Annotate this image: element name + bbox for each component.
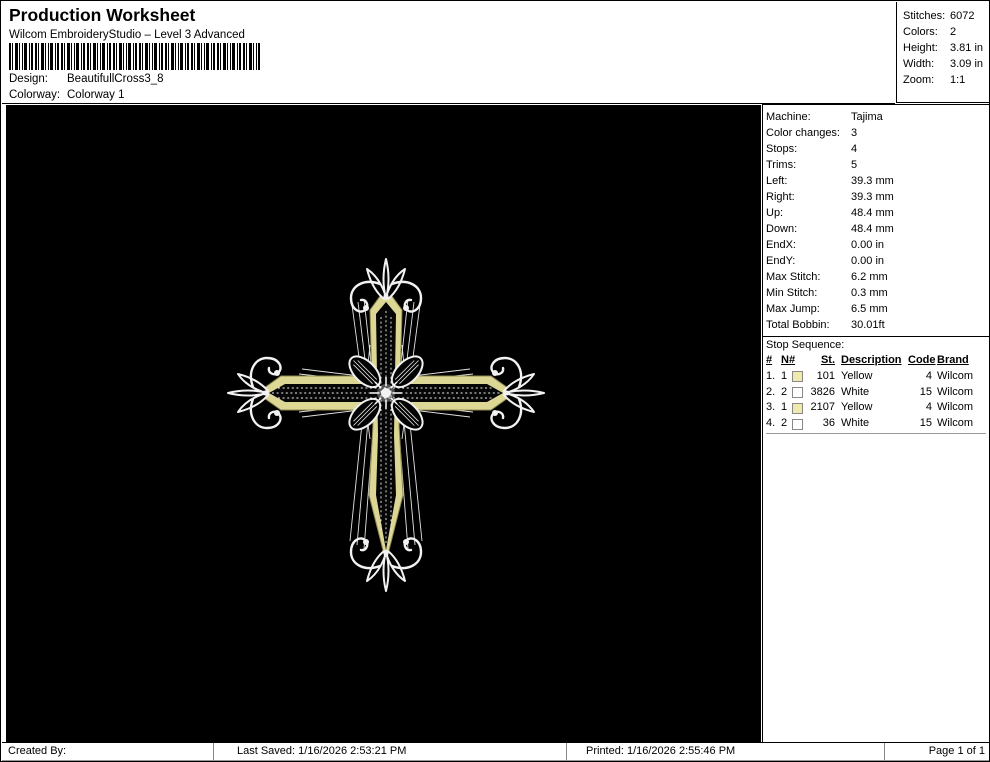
info-value: 48.4 mm	[851, 207, 894, 219]
stat-value: 1:1	[950, 74, 966, 86]
cross-design-svg	[226, 257, 546, 593]
footer: Created By: Last Saved: 1/16/2026 2:53:2…	[2, 742, 989, 761]
stop-sequence-row: 4. 2 36 White 15 Wilcom	[766, 417, 974, 430]
design-stats-box: Stitches: 6072 Colors: 2 Height: 3.81 in Wi…	[896, 2, 989, 103]
info-label: Max Jump:	[766, 303, 820, 315]
design-value: BeautifullCross3_8	[67, 73, 164, 85]
info-label: Color changes:	[766, 127, 840, 139]
info-value: 0.00 in	[851, 239, 885, 251]
info-value: 30.01ft	[851, 319, 885, 331]
machine-info-row: Left: 39.3 mm	[766, 173, 989, 189]
thread-color-swatch	[792, 386, 803, 398]
stat-label: Zoom:	[903, 74, 935, 86]
footer-created-by: Created By:	[2, 743, 214, 761]
info-value: 5	[851, 159, 858, 171]
footer-printed: Printed: 1/16/2026 2:55:46 PM	[567, 743, 885, 761]
machine-info-row: Up: 48.4 mm	[766, 205, 989, 221]
machine-info-panel: Machine: Tajima Color changes: 3 Stops: 4 T…	[762, 104, 989, 742]
stop-sequence-row: 2. 2 3826 White 15 Wilcom	[766, 385, 974, 398]
info-label: Left:	[766, 175, 788, 187]
stop-sequence-title: Stop Sequence:	[766, 339, 845, 351]
info-label: EndY:	[766, 255, 796, 267]
footer-page-number: Page 1 of 1	[885, 743, 989, 761]
machine-info-row: Color changes: 3	[766, 125, 989, 141]
info-value: 39.3 mm	[851, 175, 894, 187]
machine-info-row: Min Stitch: 0.3 mm	[766, 285, 989, 301]
info-label: Right:	[766, 191, 795, 203]
colorway-row: Colorway: Colorway 1	[9, 89, 125, 101]
design-row: Design: BeautifullCross3_8	[9, 73, 164, 85]
colorway-label: Colorway:	[9, 89, 61, 101]
stat-row: Width: 3.09 in	[903, 56, 989, 72]
barcode-icon	[9, 43, 260, 70]
stop-sequence-section: Stop Sequence: # N# St. Description Code…	[763, 336, 989, 434]
col-header-code: Code	[908, 354, 936, 366]
info-value: 0.3 mm	[851, 287, 888, 299]
stat-value: 2	[950, 26, 957, 38]
stat-label: Stitches:	[903, 10, 946, 22]
machine-info-row: Max Stitch: 6.2 mm	[766, 269, 989, 285]
stat-value: 3.09 in	[950, 58, 984, 70]
stop-sequence-table: 1. 1 101 Yellow 4 Wilcom 2. 2 3826 White…	[766, 369, 986, 434]
info-value: Tajima	[851, 111, 883, 123]
info-label: Min Stitch:	[766, 287, 818, 299]
info-value: 4	[851, 143, 858, 155]
stat-label: Colors:	[903, 26, 938, 38]
footer-last-saved: Last Saved: 1/16/2026 2:53:21 PM	[214, 743, 567, 761]
col-header-num: #	[766, 354, 773, 366]
machine-info-row: Down: 48.4 mm	[766, 221, 989, 237]
stat-value: 3.81 in	[950, 42, 984, 54]
stat-label: Height:	[903, 42, 938, 54]
col-header-brand: Brand	[937, 354, 969, 366]
info-label: Stops:	[766, 143, 798, 155]
info-label: Max Stitch:	[766, 271, 821, 283]
info-value: 6.2 mm	[851, 271, 888, 283]
stop-sequence-row: 3. 1 2107 Yellow 4 Wilcom	[766, 401, 974, 414]
machine-info-row: Total Bobbin: 30.01ft	[766, 317, 989, 333]
info-label: Down:	[766, 223, 798, 235]
thread-color-swatch	[792, 418, 803, 430]
design-canvas	[6, 105, 761, 742]
stat-row: Height: 3.81 in	[903, 40, 989, 56]
col-header-needle: N#	[781, 354, 796, 366]
machine-info-row: EndX: 0.00 in	[766, 237, 989, 253]
info-label: Machine:	[766, 111, 811, 123]
info-label: Total Bobbin:	[766, 319, 830, 331]
info-value: 6.5 mm	[851, 303, 888, 315]
thread-color-swatch	[792, 371, 803, 383]
stat-row: Colors: 2	[903, 24, 989, 40]
machine-info-row: Stops: 4	[766, 141, 989, 157]
info-label: Up:	[766, 207, 784, 219]
thread-color-swatch	[792, 402, 803, 414]
col-header-description: Description	[841, 354, 902, 366]
stop-sequence-header: # N# St. Description Code Brand	[766, 353, 989, 369]
info-value: 48.4 mm	[851, 223, 894, 235]
machine-info-row: EndY: 0.00 in	[766, 253, 989, 269]
stat-value: 6072	[950, 10, 975, 22]
cross-gold-arms	[256, 287, 516, 563]
design-label: Design:	[9, 73, 48, 85]
colorway-value: Colorway 1	[67, 89, 125, 101]
info-label: EndX:	[766, 239, 796, 251]
stat-label: Width:	[903, 58, 935, 70]
machine-info-row: Machine: Tajima	[766, 109, 989, 125]
production-worksheet-page: Production Worksheet Wilcom EmbroiderySt…	[0, 0, 990, 762]
info-label: Trims:	[766, 159, 797, 171]
col-header-stitches: St.	[820, 354, 835, 366]
machine-info-row: Max Jump: 6.5 mm	[766, 301, 989, 317]
machine-info-row: Right: 39.3 mm	[766, 189, 989, 205]
info-value: 0.00 in	[851, 255, 885, 267]
info-value: 39.3 mm	[851, 191, 894, 203]
stat-row: Zoom: 1:1	[903, 72, 989, 88]
stat-row: Stitches: 6072	[903, 8, 989, 24]
info-value: 3	[851, 127, 858, 139]
app-subtitle: Wilcom EmbroideryStudio – Level 3 Advanc…	[9, 29, 245, 41]
page-title: Production Worksheet	[9, 5, 196, 25]
machine-info-row: Trims: 5	[766, 157, 989, 173]
header: Production Worksheet Wilcom EmbroiderySt…	[2, 2, 895, 104]
stop-sequence-row: 1. 1 101 Yellow 4 Wilcom	[766, 369, 974, 383]
